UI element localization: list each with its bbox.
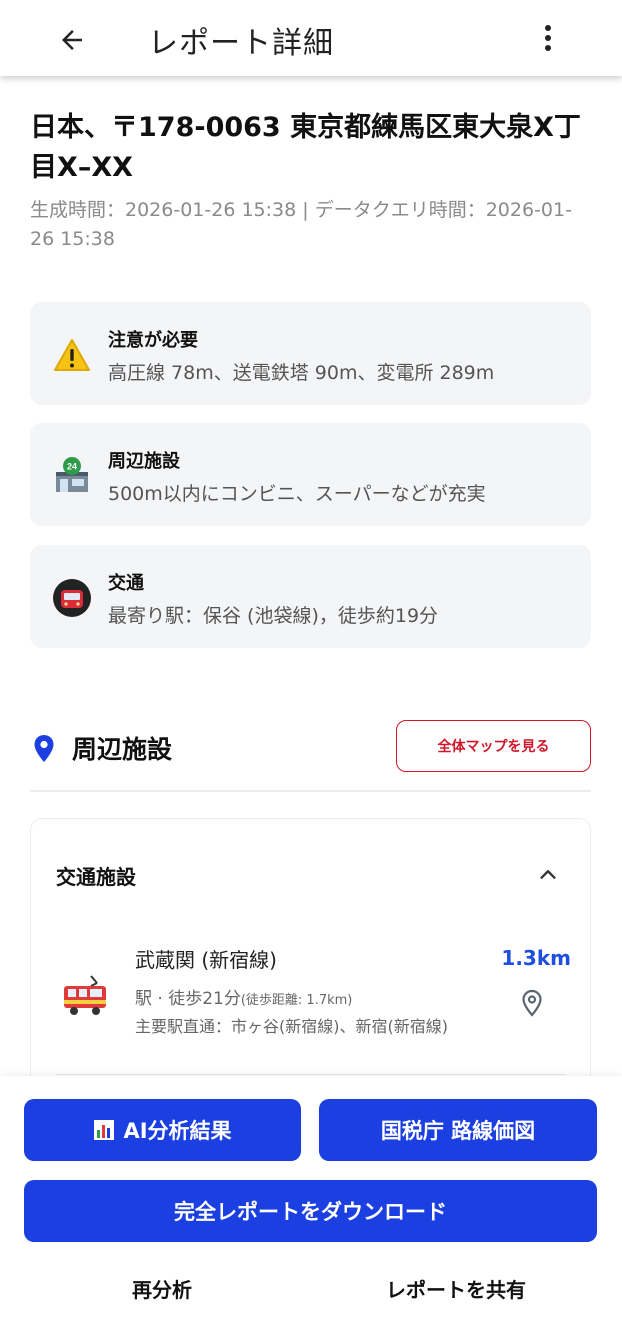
section-title: 周辺施設	[72, 735, 173, 764]
page-title: レポート詳細	[148, 26, 334, 61]
tax-route-price-button[interactable]: 国税庁 路線価図	[319, 1099, 597, 1161]
map-pin-icon[interactable]	[521, 989, 543, 1017]
walk-distance: (徒歩距離: 1.7km)	[240, 993, 353, 1008]
station-distance: 1.3km	[501, 946, 571, 970]
station-name: 武蔵関 (新宿線)	[135, 948, 277, 972]
location-pin-icon	[34, 735, 54, 762]
card-body: 高圧線 78m、送電鉄塔 90m、変電所 289m	[108, 362, 495, 384]
address-heading: 日本、〒178-0063 東京都練馬区東大泉X丁目X–XX	[30, 112, 581, 183]
card-title: 注意が必要	[108, 330, 198, 351]
facilities-card[interactable]: 24 周辺施設 500m以内にコンビニ、スーパーなどが充実	[30, 423, 591, 526]
report-timestamps: 生成時間：2026-01-26 15:38 | データクエリ時間：2026-01…	[30, 199, 572, 250]
walk-time: 駅 · 徒歩21分	[135, 989, 241, 1009]
train-icon	[64, 975, 106, 1015]
transport-card[interactable]: 交通 最寄り駅：保谷 (池袋線)，徒歩約19分	[30, 545, 591, 648]
arrow-left-icon	[62, 30, 82, 50]
card-body: 最寄り駅：保谷 (池袋線)，徒歩約19分	[108, 605, 439, 627]
more-options-button[interactable]	[530, 18, 566, 58]
share-report-button[interactable]: レポートを共有	[386, 1274, 526, 1303]
more-vertical-icon	[545, 25, 551, 51]
warning-icon	[52, 335, 92, 375]
train-icon	[52, 578, 92, 618]
card-body: 500m以内にコンビニ、スーパーなどが充実	[108, 483, 486, 505]
ai-analysis-button[interactable]: AI分析結果	[24, 1099, 301, 1161]
bar-chart-icon	[94, 1120, 115, 1140]
divider	[56, 1074, 566, 1075]
ai-analysis-label: AI分析結果	[123, 1119, 232, 1143]
convenience-store-icon: 24	[52, 456, 92, 496]
app-bar: レポート詳細	[0, 0, 622, 76]
panel-title: 交通施設	[56, 865, 136, 889]
transport-facilities-panel: 交通施設 武蔵関 (新宿線) 1.3km 駅 · 徒歩21分(徒歩距離: 1.7…	[30, 818, 591, 1118]
chevron-up-icon[interactable]	[537, 863, 559, 885]
bottom-action-bar: AI分析結果 国税庁 路線価図 完全レポートをダウンロード 再分析 レポートを共…	[0, 1076, 622, 1344]
back-button[interactable]	[52, 20, 92, 60]
station-walk-detail: 駅 · 徒歩21分(徒歩距離: 1.7km)	[135, 984, 352, 1009]
nearby-section-header: 周辺施設 全体マップを見る	[30, 720, 591, 792]
view-full-map-button[interactable]: 全体マップを見る	[396, 720, 591, 772]
reanalyze-button[interactable]: 再分析	[132, 1274, 192, 1303]
caution-card[interactable]: 注意が必要 高圧線 78m、送電鉄塔 90m、変電所 289m	[30, 302, 591, 405]
svg-text:24: 24	[67, 462, 77, 472]
station-routes: 主要駅直通：市ヶ谷(新宿線)、新宿(新宿線)	[135, 1017, 448, 1036]
download-report-button[interactable]: 完全レポートをダウンロード	[24, 1180, 597, 1242]
card-title: 交通	[108, 573, 144, 594]
card-title: 周辺施設	[108, 451, 180, 472]
